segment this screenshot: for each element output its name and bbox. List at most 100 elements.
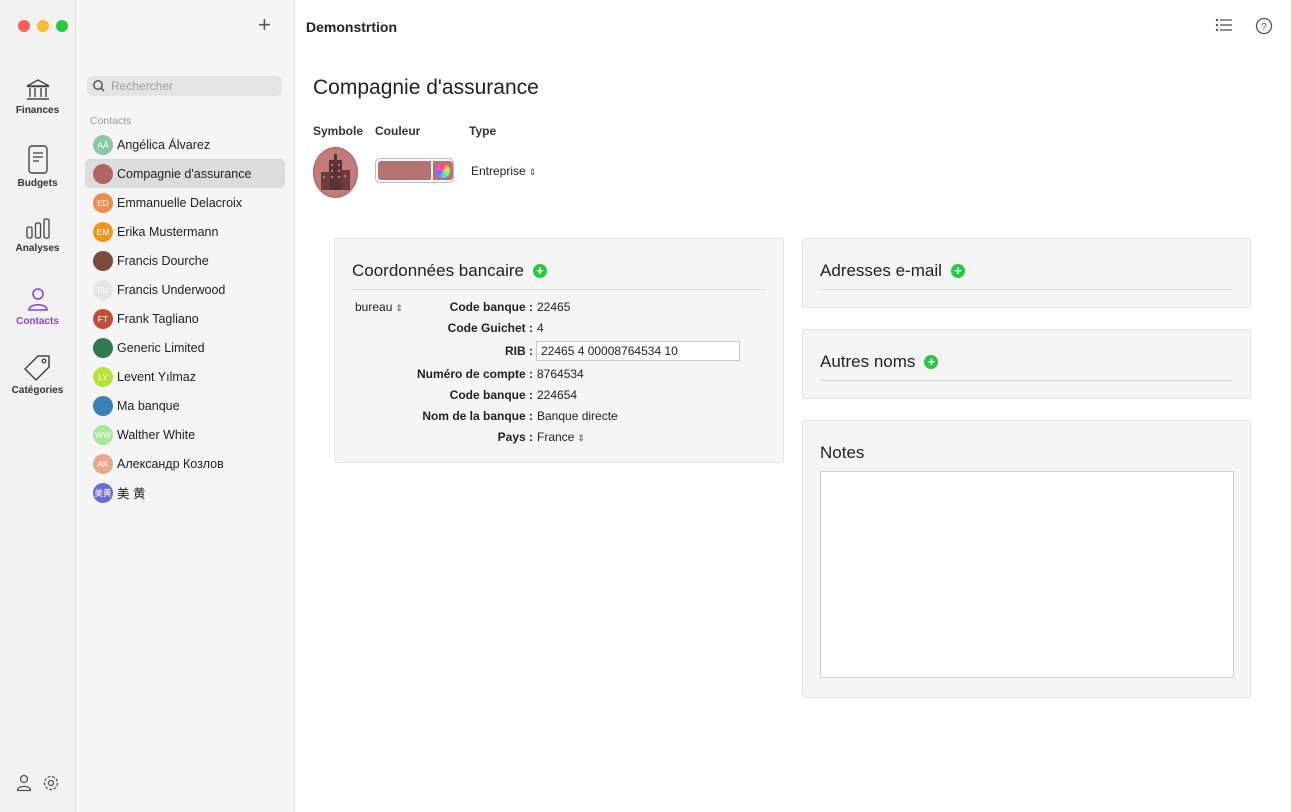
symbol-picker[interactable] <box>313 147 358 198</box>
add-other-name-button[interactable]: + <box>924 355 939 369</box>
contact-list-item[interactable]: FU Francis Underwood <box>85 275 285 304</box>
bank-fields: Code banque : 22465 Code Guichet : 4 RIB : Nu… <box>335 239 785 464</box>
bank-field-label: Code Guichet : <box>447 321 533 335</box>
contact-name: Francis Dourche <box>117 253 209 268</box>
minimize-window-button[interactable] <box>37 20 49 32</box>
close-window-button[interactable] <box>18 20 30 32</box>
other-names-panel-header: Autres noms + <box>820 352 939 372</box>
contact-name: Walther White <box>117 427 196 442</box>
bank-value-text: 22465 <box>537 300 571 314</box>
contact-name: Erika Mustermann <box>117 224 219 239</box>
app-window: Finances Budgets Analyses Contacts Catég… <box>0 0 1291 812</box>
contact-list-item[interactable]: FT Frank Tagliano <box>85 304 285 333</box>
contact-name: Angélica Álvarez <box>117 137 211 152</box>
avatar: AÁ <box>93 134 113 155</box>
main-content: Demonstrtion ? Compagnie d'assurance Sym… <box>295 0 1291 812</box>
contact-list-item[interactable]: Ma banque <box>85 391 285 420</box>
account-icon[interactable] <box>16 774 32 792</box>
bank-field-label: Code banque : <box>449 300 533 314</box>
document-icon <box>27 145 48 174</box>
chevron-updown-icon: ⇕ <box>528 167 537 177</box>
rail-item-finances[interactable]: Finances <box>0 78 75 116</box>
type-value: Entreprise <box>471 164 526 178</box>
bank-icon <box>26 79 49 100</box>
bank-field-value: 4 <box>537 321 544 335</box>
bank-field-value: 224654 <box>537 388 577 402</box>
contact-list-item[interactable]: Compagnie d'assurance <box>85 159 285 188</box>
other-names-panel-title: Autres noms <box>820 352 916 371</box>
add-email-button[interactable]: + <box>950 264 965 278</box>
divider <box>820 289 1233 290</box>
contact-list-item[interactable]: LY Levent Yılmaz <box>85 362 285 391</box>
person-icon <box>27 288 48 311</box>
bank-value-text: Banque directe <box>537 409 618 423</box>
contact-list-item[interactable]: EM Erika Mustermann <box>85 217 285 246</box>
rail-item-contacts[interactable]: Contacts <box>0 287 75 327</box>
contact-list-item[interactable]: 美黄美 黄 <box>85 478 285 507</box>
avatar: FU <box>93 279 113 300</box>
bank-field-value: 8764534 <box>537 367 584 381</box>
contact-list-item[interactable]: Generic Limited <box>85 333 285 362</box>
rail-item-categories[interactable]: Catégories <box>0 354 75 396</box>
avatar: AK <box>93 453 113 474</box>
emails-panel-title: Adresses e-mail <box>820 261 942 280</box>
avatar: ED <box>93 192 113 213</box>
contact-list-item[interactable]: AÁ Angélica Álvarez <box>85 130 285 159</box>
contact-name: Francis Underwood <box>117 282 226 297</box>
avatar <box>93 163 113 184</box>
contact-name: Levent Yılmaz <box>117 369 196 384</box>
bank-field-label: Pays : <box>497 430 533 444</box>
notes-textarea[interactable] <box>820 471 1234 678</box>
search-input[interactable] <box>109 78 273 94</box>
add-contact-button[interactable]: + <box>258 14 271 36</box>
contact-list-item[interactable]: ED Emmanuelle Delacroix <box>85 188 285 217</box>
rail-item-analyses[interactable]: Analyses <box>0 218 75 254</box>
contacts-list: AÁ Angélica Álvarez Compagnie d'assurance E… <box>85 130 285 507</box>
avatar: WW <box>93 424 113 445</box>
list-icon[interactable] <box>1215 17 1233 33</box>
search-field[interactable] <box>87 76 282 96</box>
avatar: 美黄 <box>93 482 113 503</box>
window-controls <box>18 20 68 32</box>
help-icon[interactable]: ? <box>1255 17 1273 35</box>
bank-field-label: Nom de la banque : <box>422 409 533 423</box>
avatar <box>93 395 113 416</box>
rail-bottom-actions <box>16 774 60 792</box>
avatar <box>93 337 113 358</box>
search-icon <box>93 80 105 92</box>
toolbar: ? <box>1215 17 1273 35</box>
contact-name: Frank Tagliano <box>117 311 199 326</box>
contact-list-item[interactable]: AK Александр Козлов <box>85 449 285 478</box>
contacts-section-label: Contacts <box>90 115 132 127</box>
bank-field-value: 22465 <box>537 300 570 314</box>
color-swatch <box>378 161 431 180</box>
avatar: EM <box>93 221 113 242</box>
buildings-icon <box>321 154 350 190</box>
country-select[interactable]: France ⇕ <box>537 430 585 444</box>
contact-list-item[interactable]: Francis Dourche <box>85 246 285 275</box>
bank-value-text: 8764534 <box>537 367 584 381</box>
color-well[interactable] <box>375 158 454 183</box>
contact-name: 美 黄 <box>117 487 146 501</box>
bank-details-panel: Coordonnées bancaire + bureau ⇕ Code banq… <box>334 238 784 463</box>
rib-input[interactable] <box>536 341 740 361</box>
rail-label: Contacts <box>16 316 59 327</box>
divider <box>820 380 1233 381</box>
gear-icon[interactable] <box>42 774 60 792</box>
bank-field-label: RIB : <box>505 344 533 358</box>
color-wheel-icon[interactable] <box>433 161 453 180</box>
type-select[interactable]: Entreprise ⇕ <box>471 164 536 178</box>
chevron-updown-icon: ⇕ <box>577 433 585 443</box>
bank-field-label: Numéro de compte : <box>416 367 533 381</box>
notes-panel-title: Notes <box>820 443 865 462</box>
country-value: France <box>537 430 575 444</box>
emails-panel-header: Adresses e-mail + <box>820 261 965 281</box>
contact-list-item[interactable]: WW Walther White <box>85 420 285 449</box>
zoom-window-button[interactable] <box>56 20 68 32</box>
contact-title: Compagnie d'assurance <box>313 76 539 99</box>
rail-item-budgets[interactable]: Budgets <box>0 145 75 189</box>
rail-label: Finances <box>15 105 60 116</box>
bank-value-text: 4 <box>537 321 544 335</box>
other-names-panel: Autres noms + <box>802 329 1251 399</box>
symbol-label: Symbole <box>313 124 364 138</box>
